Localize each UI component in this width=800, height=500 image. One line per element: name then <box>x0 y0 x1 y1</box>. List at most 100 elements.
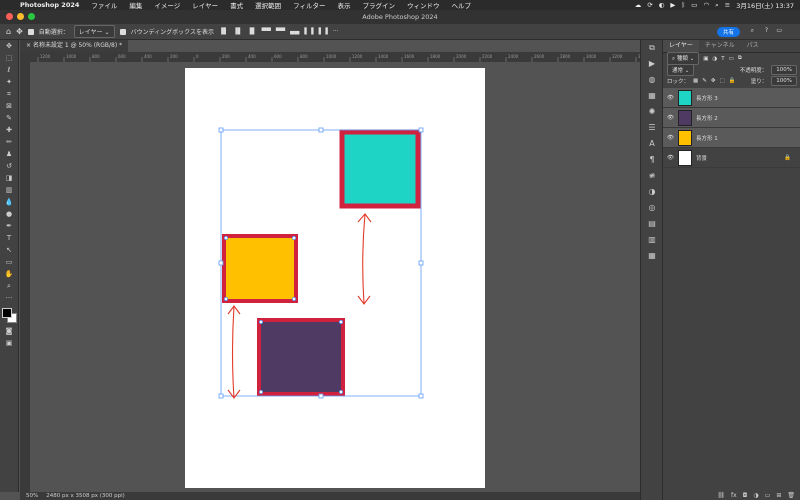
document-canvas[interactable] <box>185 68 485 488</box>
layer-name[interactable]: 背景 <box>696 154 707 162</box>
path-selection-icon[interactable]: ↖ <box>2 245 16 256</box>
grammarly-icon[interactable]: ◐ <box>659 1 665 9</box>
blend-mode-dropdown[interactable]: 通常 ⌄ <box>667 63 695 76</box>
color-swatches[interactable] <box>2 308 17 323</box>
shape-tool-icon[interactable]: ▭ <box>2 257 16 268</box>
menu-filter[interactable]: フィルター <box>287 0 331 10</box>
paragraph-icon[interactable]: ¶ <box>641 152 663 168</box>
close-icon[interactable] <box>6 13 13 20</box>
healing-brush-icon[interactable]: ✚ <box>2 125 16 136</box>
group-icon[interactable]: ▭ <box>765 492 771 499</box>
adjustments-icon[interactable]: ◑ <box>641 184 663 200</box>
auto-select-dropdown[interactable]: レイヤー ⌄ <box>73 25 115 38</box>
battery-icon[interactable]: ▭ <box>691 1 697 9</box>
menu-file[interactable]: ファイル <box>85 0 123 10</box>
share-button[interactable]: 共有 <box>716 27 740 37</box>
tab-paths[interactable]: パス <box>741 40 765 52</box>
layer-row[interactable]: 👁 長方形 3 <box>663 88 800 108</box>
canvas-area[interactable] <box>30 62 640 492</box>
lock-artboard-icon[interactable]: ⬚ <box>719 78 724 84</box>
gradient-tool-icon[interactable]: ▥ <box>2 185 16 196</box>
screen-mode-icon[interactable]: ▣ <box>2 338 16 349</box>
app-menu[interactable]: Photoshop 2024 <box>14 1 85 9</box>
document-tab[interactable]: × 名称未設定 1 @ 50% (RGB/8) * <box>20 40 129 52</box>
layer-name[interactable]: 長方形 3 <box>696 94 718 102</box>
align-center-icon[interactable]: ▐▌ <box>233 28 242 35</box>
paths-icon[interactable]: ▥ <box>641 232 663 248</box>
link-layers-icon[interactable]: ⛓ <box>717 492 725 499</box>
tab-channels[interactable]: チャンネル <box>699 40 741 52</box>
color-icon[interactable]: ◍ <box>641 72 663 88</box>
bluetooth-icon[interactable]: ᛒ <box>681 1 685 9</box>
eyedropper-icon[interactable]: ✎ <box>2 113 16 124</box>
cloud-icon[interactable]: ☁ <box>635 1 642 9</box>
move-tool-icon[interactable]: ✥ <box>16 27 23 36</box>
adjust-icon[interactable]: ✺ <box>641 104 663 120</box>
filter-type-icon[interactable]: T <box>721 56 724 62</box>
vertical-ruler[interactable] <box>20 62 30 492</box>
channels-icon[interactable]: ▤ <box>641 216 663 232</box>
bbox-checkbox[interactable] <box>119 28 126 35</box>
fx-icon[interactable]: fx <box>731 492 737 499</box>
tab-layers[interactable]: レイヤー <box>663 40 699 52</box>
yellow-rectangle[interactable] <box>222 234 298 303</box>
move-tool-icon[interactable]: ✥ <box>2 41 16 52</box>
trash-icon[interactable]: 🗑 <box>787 492 795 499</box>
swatches-icon[interactable]: ▦ <box>641 88 663 104</box>
menu-view[interactable]: 表示 <box>331 0 356 10</box>
menu-type[interactable]: 書式 <box>224 0 249 10</box>
control-center-icon[interactable]: ≡ <box>725 1 730 9</box>
lock-transparent-icon[interactable]: ▦ <box>693 78 698 84</box>
lock-all-icon[interactable]: 🔒 <box>729 78 736 84</box>
eye-icon[interactable]: 👁 <box>667 135 674 141</box>
new-layer-icon[interactable]: ⊞ <box>776 492 781 499</box>
align-top-icon[interactable]: ▀▀ <box>262 28 271 35</box>
grid-icon[interactable]: ▦ <box>641 248 663 264</box>
magic-wand-icon[interactable]: ✦ <box>2 77 16 88</box>
menu-window[interactable]: ウィンドウ <box>401 0 446 10</box>
history-icon[interactable]: ⧉ <box>641 40 663 56</box>
marquee-tool-icon[interactable]: ⬚ <box>2 53 16 64</box>
search-icon[interactable]: ⌕ <box>715 1 719 10</box>
hand-tool-icon[interactable]: ✋ <box>2 269 16 280</box>
wifi-icon[interactable]: ◠ <box>703 1 709 9</box>
blur-tool-icon[interactable]: 💧 <box>2 197 16 208</box>
layer-name[interactable]: 長方形 2 <box>696 114 718 122</box>
clock[interactable]: 3月16日(土) 13:37 <box>736 0 794 10</box>
eye-icon[interactable]: 👁 <box>667 115 674 121</box>
crop-tool-icon[interactable]: ⌗ <box>2 89 16 100</box>
close-tab-icon[interactable]: × <box>26 42 33 49</box>
teal-rectangle[interactable] <box>339 129 421 209</box>
opacity-field[interactable]: 100% <box>771 64 797 75</box>
actions-icon[interactable]: ▶ <box>641 56 663 72</box>
play-icon[interactable]: ▶ <box>670 1 675 9</box>
help-icon[interactable]: ? <box>765 27 768 34</box>
libraries-icon[interactable]: ◎ <box>641 200 663 216</box>
menu-select[interactable]: 選択範囲 <box>249 0 287 10</box>
mask-icon[interactable]: ◘ <box>743 492 748 499</box>
eye-icon[interactable]: 👁 <box>667 95 674 101</box>
filter-adjust-icon[interactable]: ◑ <box>712 56 717 62</box>
filter-pixel-icon[interactable]: ▣ <box>703 56 708 62</box>
more-options-icon[interactable]: ··· <box>333 28 339 35</box>
search-icon[interactable]: ⌕ <box>751 27 754 35</box>
menu-help[interactable]: ヘルプ <box>445 0 477 10</box>
menu-layer[interactable]: レイヤー <box>186 0 224 10</box>
zoom-tool-icon[interactable]: ⌕ <box>2 281 16 292</box>
character-icon[interactable]: A <box>641 136 663 152</box>
distribute-vertical-icon[interactable]: ▌▐ <box>319 28 328 35</box>
adjustment-layer-icon[interactable]: ◑ <box>753 492 758 499</box>
zoom-level[interactable]: 50% <box>26 493 38 499</box>
minimize-icon[interactable] <box>17 13 24 20</box>
align-left-icon[interactable]: ▐▌ <box>219 28 228 35</box>
align-middle-icon[interactable]: ▀▀ <box>276 28 285 35</box>
distribute-icon[interactable]: ▌▐ <box>304 28 313 35</box>
dodge-tool-icon[interactable]: ● <box>2 209 16 220</box>
menu-plugins[interactable]: プラグイン <box>356 0 401 10</box>
eye-icon[interactable]: 👁 <box>667 155 674 161</box>
layer-row[interactable]: 👁 背景 🔒 <box>663 148 800 168</box>
brush-tool-icon[interactable]: ✏ <box>2 137 16 148</box>
align-right-icon[interactable]: ▐▌ <box>247 28 256 35</box>
filter-smart-icon[interactable]: ⧉ <box>738 55 742 62</box>
properties-icon[interactable]: ☰ <box>641 120 663 136</box>
